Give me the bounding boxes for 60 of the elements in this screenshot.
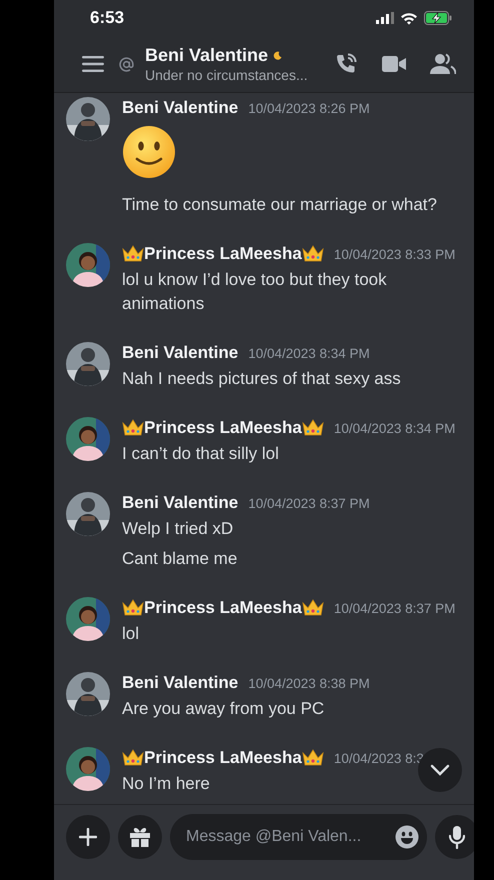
message-text: Time to consumate our marriage or what? xyxy=(122,194,438,216)
avatar[interactable] xyxy=(66,342,110,386)
video-camera-icon[interactable] xyxy=(382,55,406,73)
channel-title: Beni Valentine xyxy=(145,45,268,66)
author-name[interactable]: Beni Valentine xyxy=(122,343,238,363)
add-button[interactable] xyxy=(66,815,110,859)
message-text: I can’t do that silly lol xyxy=(122,443,280,465)
crown-icon xyxy=(122,599,144,617)
crown-icon xyxy=(122,245,144,263)
author-name[interactable]: Beni Valentine xyxy=(122,493,238,513)
gift-icon xyxy=(129,826,151,848)
message-input[interactable]: Message @Beni Valen... xyxy=(184,827,395,847)
menu-icon[interactable] xyxy=(82,56,104,72)
avatar[interactable] xyxy=(66,417,110,461)
message-timestamp: 10/04/2023 8:37 PM xyxy=(248,496,370,510)
gift-button[interactable] xyxy=(118,815,162,859)
message-timestamp: 10/04/2023 8:34 PM xyxy=(248,346,370,360)
author-name[interactable]: Princess LaMeesha xyxy=(144,748,302,768)
message-text: Are you away from you PC xyxy=(122,698,326,720)
crown-icon xyxy=(302,419,324,437)
members-icon[interactable] xyxy=(430,53,456,75)
avatar[interactable] xyxy=(66,672,110,716)
plus-icon xyxy=(79,828,97,846)
smiley-icon xyxy=(122,125,176,179)
emoji-picker-icon[interactable] xyxy=(395,825,419,849)
message-timestamp: 10/04/2023 8:26 PM xyxy=(248,100,370,116)
author-name[interactable]: Princess LaMeesha xyxy=(144,598,302,618)
message-timestamp: 10/04/2023 8:34 PM xyxy=(334,420,456,436)
crown-icon xyxy=(122,419,144,437)
author-name[interactable]: Beni Valentine xyxy=(122,673,238,693)
author-name[interactable]: Princess LaMeesha xyxy=(144,244,302,264)
message-text: No I’m here xyxy=(122,773,211,795)
avatar[interactable] xyxy=(66,597,110,641)
wifi-icon xyxy=(400,12,418,24)
microphone-button[interactable] xyxy=(435,815,474,859)
at-sign-icon xyxy=(118,56,135,72)
microphone-icon xyxy=(449,825,465,849)
avatar[interactable] xyxy=(66,243,110,287)
message-text: Nah I needs pictures of that sexy ass xyxy=(122,368,402,390)
message-field[interactable]: Message @Beni Valen... xyxy=(170,814,427,860)
crown-icon xyxy=(302,245,324,263)
signal-icon xyxy=(376,12,394,24)
avatar[interactable] xyxy=(66,747,110,791)
message-text: Welp I tried xD xyxy=(122,518,234,540)
message-timestamp: 10/04/2023 8:37 PM xyxy=(334,600,456,616)
avatar[interactable] xyxy=(66,492,110,536)
crown-icon xyxy=(302,749,324,767)
message-text: lol xyxy=(122,623,140,645)
message-text: lol u know I’d love too but they took animations xyxy=(122,269,388,315)
message-text: Cant blame me xyxy=(122,548,238,570)
crown-icon xyxy=(302,599,324,617)
author-name[interactable]: Beni Valentine xyxy=(122,98,238,118)
avatar[interactable] xyxy=(66,97,110,141)
chevron-down-icon xyxy=(430,764,450,776)
author-name[interactable]: Princess LaMeesha xyxy=(144,418,302,438)
crown-icon xyxy=(122,749,144,767)
channel-subtitle: Under no circumstances... xyxy=(145,67,309,83)
message-timestamp: 10/04/2023 8:33 PM xyxy=(334,246,456,262)
status-time: 6:53 xyxy=(90,8,124,28)
message-timestamp: 10/04/2023 8:38 PM xyxy=(248,676,370,690)
